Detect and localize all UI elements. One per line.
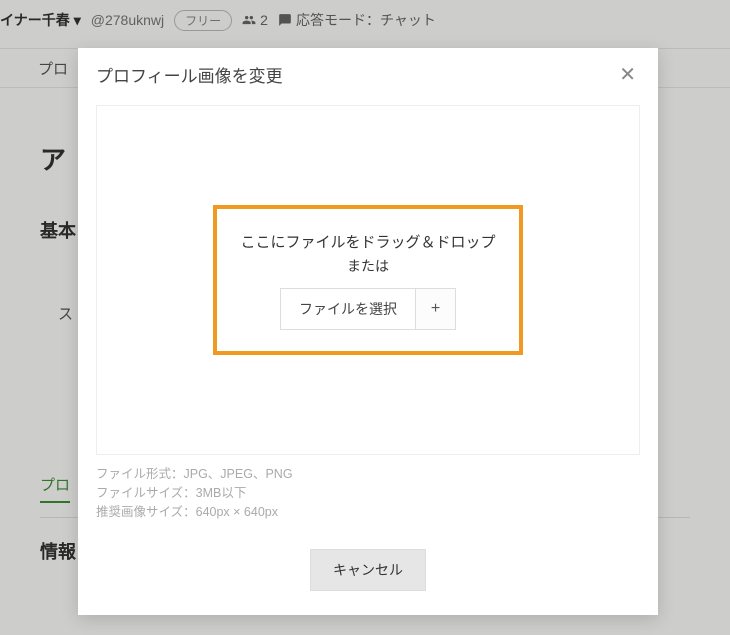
upload-hints: ファイル形式：JPG、JPEG、PNG ファイルサイズ：3MB以下 推奨画像サイ… xyxy=(96,465,640,521)
plus-icon: + xyxy=(431,300,440,318)
modal-header: プロフィール画像を変更 ✕ xyxy=(78,48,658,93)
dropzone-text-line1: ここにファイルをドラッグ＆ドロップ xyxy=(240,231,495,252)
upload-dropzone-outer: ここにファイルをドラッグ＆ドロップ または ファイルを選択 + xyxy=(96,105,640,455)
dropzone-text-line2: または xyxy=(347,256,389,276)
modal-body: ここにファイルをドラッグ＆ドロップ または ファイルを選択 + ファイル形式：J… xyxy=(78,93,658,539)
cancel-button[interactable]: キャンセル xyxy=(310,549,426,591)
close-icon[interactable]: ✕ xyxy=(615,63,640,87)
hint-filesize: ファイルサイズ：3MB以下 xyxy=(96,484,640,503)
modal-footer: キャンセル xyxy=(78,539,658,615)
hint-dimensions: 推奨画像サイズ：640px × 640px xyxy=(96,503,640,522)
upload-dropzone[interactable]: ここにファイルをドラッグ＆ドロップ または ファイルを選択 + xyxy=(213,205,523,355)
file-select-row: ファイルを選択 + xyxy=(280,288,456,330)
change-profile-image-modal: プロフィール画像を変更 ✕ ここにファイルをドラッグ＆ドロップ または ファイル… xyxy=(78,48,658,615)
file-select-plus-button[interactable]: + xyxy=(416,288,456,330)
hint-format: ファイル形式：JPG、JPEG、PNG xyxy=(96,465,640,484)
file-select-label[interactable]: ファイルを選択 xyxy=(280,288,416,330)
modal-title: プロフィール画像を変更 xyxy=(96,62,283,87)
